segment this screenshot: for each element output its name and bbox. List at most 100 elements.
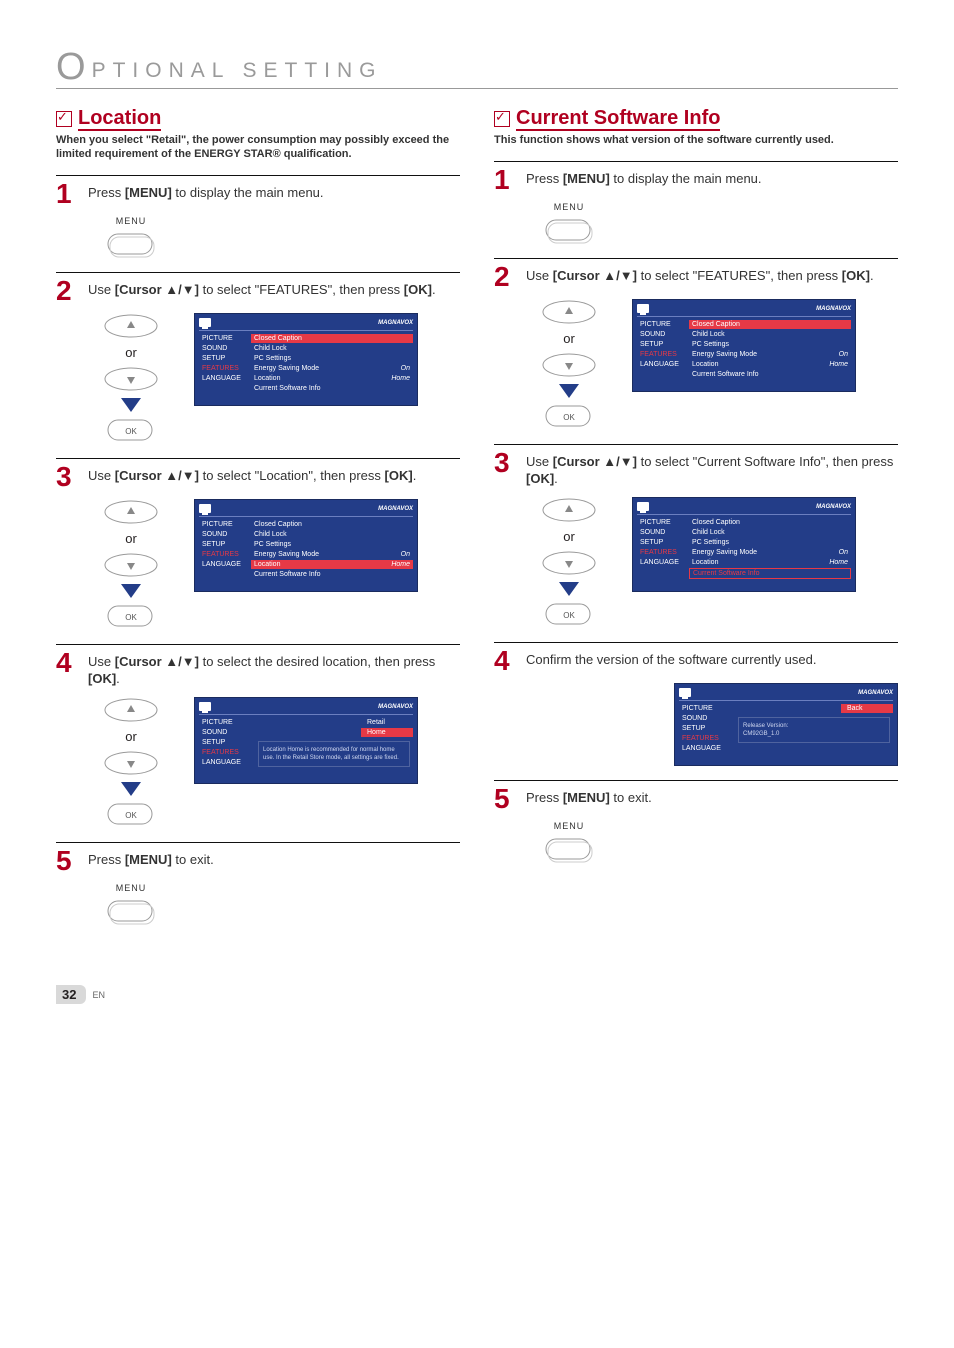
osd-left-item: PICTURE	[199, 520, 251, 529]
tv-icon	[199, 702, 211, 711]
step-number: 5	[56, 849, 78, 873]
osd-left-item: SOUND	[679, 714, 731, 723]
osd-left-item: LANGUAGE	[199, 560, 251, 569]
step-text: Press [MENU] to exit.	[526, 787, 652, 811]
step-number: 1	[56, 182, 78, 206]
step-5: 5 Press [MENU] to exit. MENU	[494, 780, 898, 863]
step-4: 4 Use [Cursor ▲/▼] to select the desired…	[56, 644, 460, 828]
checkbox-icon	[56, 111, 72, 127]
osd-left-item: LANGUAGE	[637, 558, 689, 567]
arrow-down-icon	[121, 584, 141, 598]
ok-button-icon: OK	[106, 418, 156, 444]
menu-button-icon	[106, 899, 156, 925]
osd-row: PC Settings	[251, 354, 413, 363]
divider	[56, 458, 460, 459]
osd-left-item: LANGUAGE	[679, 744, 731, 753]
osd-row: Child Lock	[251, 344, 413, 353]
tv-icon	[199, 318, 211, 327]
arrow-down-button-icon	[101, 366, 161, 392]
osd-brand: MAGNAVOX	[378, 506, 413, 512]
step-5: 5 Press [MENU] to exit. MENU	[56, 842, 460, 925]
divider	[494, 161, 898, 162]
ok-button-icon: OK	[544, 602, 594, 628]
step-text: Use [Cursor ▲/▼] to select the desired l…	[88, 651, 460, 687]
osd-left-item: LANGUAGE	[637, 360, 689, 369]
osd-left-item: SETUP	[637, 538, 689, 547]
step-1: 1 Press [MENU] to display the main menu.…	[56, 175, 460, 258]
or-label: or	[563, 331, 575, 346]
osd-brand: MAGNAVOX	[378, 320, 413, 326]
osd-left-item: SETUP	[199, 738, 251, 747]
osd-release-info: Release Version: CM92GB_1.0	[738, 717, 890, 743]
osd-screenshot: MAGNAVOX PICTURE SOUND SETUP FEATURES LA…	[632, 299, 856, 392]
osd-row: LocationHome	[251, 374, 413, 383]
osd-left-item: SOUND	[199, 344, 251, 353]
osd-screenshot: MAGNAVOX PICTURE SOUND SETUP FEATURES LA…	[194, 313, 418, 406]
step-number: 3	[56, 465, 78, 489]
page-lang: EN	[92, 990, 105, 1000]
page-number: 32	[56, 985, 86, 1004]
step-number: 2	[494, 265, 516, 289]
step-text: Press [MENU] to display the main menu.	[526, 168, 762, 192]
osd-row: Current Software Info	[251, 384, 413, 393]
osd-row: PC Settings	[689, 340, 851, 349]
page-footer: 32 EN	[56, 985, 898, 1004]
osd-left-item-selected: FEATURES	[679, 734, 731, 743]
menu-label: MENU	[116, 883, 147, 893]
left-column: Location When you select "Retail", the p…	[56, 93, 460, 925]
step-number: 4	[56, 651, 78, 687]
osd-brand: MAGNAVOX	[816, 504, 851, 510]
osd-row: LocationHome	[251, 560, 413, 569]
menu-button-icon	[106, 232, 156, 258]
step-text: Use [Cursor ▲/▼] to select "FEATURES", t…	[526, 265, 874, 289]
section-title: Location	[78, 107, 161, 131]
arrow-up-button-icon	[539, 497, 599, 523]
osd-left-item: LANGUAGE	[199, 758, 251, 767]
osd-left-item: PICTURE	[637, 518, 689, 527]
osd-row: Closed Caption	[689, 518, 851, 527]
section-title: Current Software Info	[516, 107, 720, 131]
step-number: 3	[494, 451, 516, 487]
osd-screenshot: MAGNAVOX PICTURE SOUND SETUP FEATURES LA…	[674, 683, 898, 766]
divider	[56, 272, 460, 273]
right-column: Current Software Info This function show…	[494, 93, 898, 925]
step-4: 4 Confirm the version of the software cu…	[494, 642, 898, 766]
osd-left-item-selected: FEATURES	[199, 748, 251, 757]
arrow-down-icon	[559, 582, 579, 596]
osd-row-selected: Current Software Info	[689, 568, 851, 579]
arrow-down-icon	[559, 384, 579, 398]
osd-left-item: PICTURE	[199, 718, 251, 727]
osd-row: Closed Caption	[689, 320, 851, 329]
osd-left-item-selected: FEATURES	[637, 548, 689, 557]
osd-row: Energy Saving ModeOn	[251, 364, 413, 373]
chapter-initial: O	[56, 48, 86, 86]
arrow-down-button-icon	[101, 750, 161, 776]
tv-icon	[679, 688, 691, 697]
tv-icon	[637, 502, 649, 511]
step-text: Press [MENU] to exit.	[88, 849, 214, 873]
osd-row: Current Software Info	[689, 370, 851, 379]
osd-brand: MAGNAVOX	[816, 306, 851, 312]
arrow-down-icon	[121, 782, 141, 796]
section-header-location: Location	[56, 107, 460, 131]
step-text: Confirm the version of the software curr…	[526, 649, 816, 673]
osd-row: Child Lock	[689, 330, 851, 339]
arrow-down-icon	[121, 398, 141, 412]
osd-left-item: LANGUAGE	[199, 374, 251, 383]
step-3: 3 Use [Cursor ▲/▼] to select "Location",…	[56, 458, 460, 630]
osd-left-item: SOUND	[199, 530, 251, 539]
menu-button-icon	[544, 837, 594, 863]
ok-button-icon: OK	[106, 802, 156, 828]
menu-label: MENU	[116, 216, 147, 226]
osd-left-item: SOUND	[637, 528, 689, 537]
or-label: or	[125, 729, 137, 744]
osd-screenshot: MAGNAVOX PICTURE SOUND SETUP FEATURES LA…	[632, 497, 856, 592]
section-subtitle: When you select "Retail", the power cons…	[56, 133, 460, 161]
step-number: 1	[494, 168, 516, 192]
step-3: 3 Use [Cursor ▲/▼] to select "Current So…	[494, 444, 898, 628]
osd-row: Energy Saving ModeOn	[251, 550, 413, 559]
or-label: or	[563, 529, 575, 544]
step-text: Use [Cursor ▲/▼] to select "Location", t…	[88, 465, 416, 489]
tv-icon	[199, 504, 211, 513]
divider	[494, 444, 898, 445]
